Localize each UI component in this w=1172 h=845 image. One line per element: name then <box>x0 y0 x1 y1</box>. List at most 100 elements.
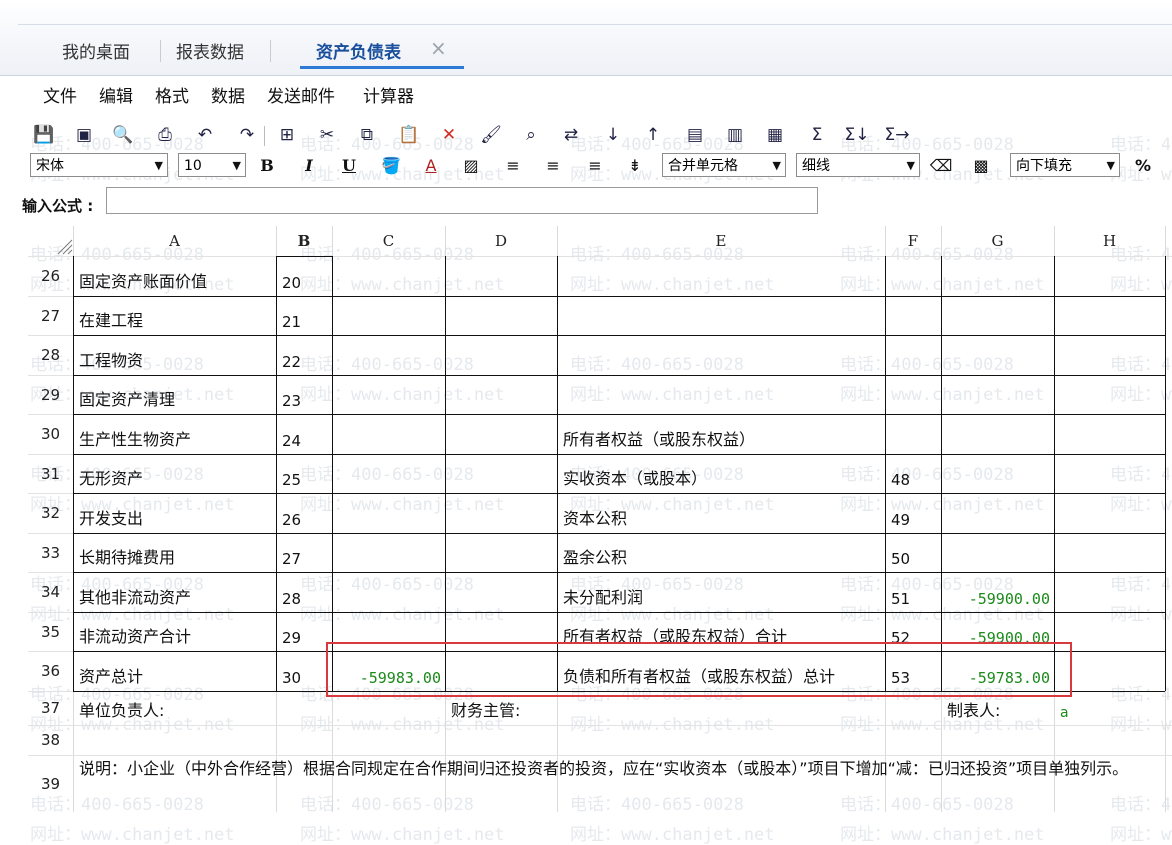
cell-b[interactable]: 21 <box>277 296 332 335</box>
cell-e[interactable] <box>558 256 885 296</box>
cut-icon[interactable]: ✂ <box>316 124 338 146</box>
tab-report-data[interactable]: 报表数据 <box>176 38 244 63</box>
cell-g[interactable] <box>942 296 1054 335</box>
cell-g[interactable] <box>942 454 1054 493</box>
cell-e[interactable] <box>558 375 885 414</box>
sum-row-icon[interactable]: Σ↓ <box>845 124 870 146</box>
format-painter-icon[interactable]: 🖌 <box>480 124 502 146</box>
replace-icon[interactable]: ⇄ <box>560 124 582 146</box>
cell-c[interactable] <box>333 572 445 612</box>
column-header-h[interactable]: H <box>1054 226 1166 256</box>
row-number[interactable]: 35 <box>28 612 73 651</box>
copy-icon[interactable]: ⧉ <box>356 124 378 146</box>
cell-g[interactable] <box>942 335 1054 375</box>
menu-calculator[interactable]: 计算器 <box>363 82 414 107</box>
sort-desc-icon[interactable]: ↑ <box>642 124 664 146</box>
cell-f[interactable]: 52 <box>886 612 941 651</box>
cell-b[interactable]: 26 <box>277 493 332 533</box>
cell-a[interactable]: 工程物资 <box>74 335 276 375</box>
row-number[interactable]: 38 <box>28 725 73 755</box>
print-preview-icon[interactable]: 🔍 <box>112 124 134 146</box>
row-number[interactable]: 27 <box>28 296 73 335</box>
cell-f[interactable]: 50 <box>886 533 941 572</box>
menu-send-email[interactable]: 发送邮件 <box>267 82 335 107</box>
select-all-corner-icon[interactable] <box>28 226 73 256</box>
save-as-icon[interactable]: ▣ <box>73 124 95 146</box>
cell-f[interactable] <box>886 256 941 296</box>
cell-a[interactable]: 长期待摊费用 <box>74 533 276 572</box>
column-header-e[interactable]: E <box>557 226 886 256</box>
cell-a[interactable]: 无形资产 <box>74 454 276 493</box>
cell-a[interactable]: 生产性生物资产 <box>74 414 276 454</box>
cell-b[interactable]: 25 <box>277 454 332 493</box>
cell-e[interactable]: 负债和所有者权益（或股东权益）总计 <box>558 651 885 691</box>
cell-e[interactable]: 所有者权益（或股东权益） <box>558 414 885 454</box>
cell-e[interactable] <box>558 335 885 375</box>
redo-icon[interactable]: ↷ <box>236 124 258 146</box>
fill-down-select[interactable]: 向下填充 ▼ <box>1010 153 1120 177</box>
row-number[interactable]: 26 <box>28 256 73 296</box>
cell-b[interactable]: 22 <box>277 335 332 375</box>
merge-cells-select[interactable]: 合并单元格 ▼ <box>662 153 786 177</box>
print-icon[interactable]: ⎙ <box>154 124 176 146</box>
bold-button[interactable]: B <box>256 153 278 177</box>
cell-c[interactable] <box>333 335 445 375</box>
cell-e[interactable]: 实收资本（或股本） <box>558 454 885 493</box>
menu-data[interactable]: 数据 <box>211 82 245 107</box>
cell-f[interactable] <box>886 414 941 454</box>
cell-f[interactable] <box>886 375 941 414</box>
cell-b[interactable]: 23 <box>277 375 332 414</box>
find-icon[interactable]: ⌕ <box>520 124 542 146</box>
row-number[interactable]: 28 <box>28 335 73 375</box>
cell-c[interactable] <box>333 454 445 493</box>
insert-icon[interactable]: ▦ <box>764 124 786 146</box>
border-style-icon[interactable]: ▨ <box>460 153 482 177</box>
formula-input[interactable] <box>106 187 818 214</box>
signer-unit-head-label[interactable]: 单位负责人: <box>74 691 274 725</box>
row-number[interactable]: 36 <box>28 651 73 691</box>
cell-g[interactable] <box>942 533 1054 572</box>
cell-f[interactable]: 51 <box>886 572 941 612</box>
column-header-g[interactable]: G <box>941 226 1055 256</box>
column-header-c[interactable]: C <box>332 226 446 256</box>
select-all-icon[interactable]: ⊞ <box>276 124 298 146</box>
align-center-icon[interactable]: ≡ <box>542 153 564 177</box>
cell-c[interactable] <box>333 256 445 296</box>
cell-g[interactable]: -59900.00 <box>942 612 1054 651</box>
cell-g[interactable] <box>942 493 1054 533</box>
row-number[interactable]: 29 <box>28 375 73 414</box>
cell-f[interactable]: 49 <box>886 493 941 533</box>
font-family-select[interactable]: 宋体 ▼ <box>30 153 168 177</box>
cell-f[interactable]: 48 <box>886 454 941 493</box>
sum-col-icon[interactable]: Σ→ <box>885 124 910 146</box>
menu-file[interactable]: 文件 <box>43 82 77 107</box>
cell-a[interactable]: 固定资产清理 <box>74 375 276 414</box>
tab-balance-sheet[interactable]: 资产负债表 <box>316 38 401 63</box>
row-number[interactable]: 33 <box>28 533 73 572</box>
cell-c[interactable] <box>333 375 445 414</box>
paste-values-icon[interactable]: ▥ <box>724 124 746 146</box>
cell-c[interactable] <box>333 296 445 335</box>
cell-b[interactable]: 28 <box>277 572 332 612</box>
fill-color-icon[interactable]: 🪣 <box>380 153 402 177</box>
cell-e[interactable]: 资本公积 <box>558 493 885 533</box>
column-header-a[interactable]: A <box>73 226 277 256</box>
row-number[interactable]: 30 <box>28 414 73 454</box>
cell-e[interactable]: 未分配利润 <box>558 572 885 612</box>
cell-g[interactable] <box>942 375 1054 414</box>
cell-c[interactable] <box>333 533 445 572</box>
format-icon[interactable]: ▩ <box>970 153 992 177</box>
cell-a[interactable]: 其他非流动资产 <box>74 572 276 612</box>
menu-edit[interactable]: 编辑 <box>99 82 133 107</box>
paste-special-icon[interactable]: ▤ <box>684 124 706 146</box>
save-icon[interactable]: 💾 <box>33 124 55 146</box>
cell-c[interactable] <box>333 612 445 651</box>
column-header-d[interactable]: D <box>445 226 558 256</box>
preparer-value[interactable]: a <box>1055 691 1163 725</box>
delete-icon[interactable]: ✕ <box>438 124 460 146</box>
cell-f[interactable] <box>886 296 941 335</box>
cell-a[interactable]: 固定资产账面价值 <box>74 256 276 296</box>
cell-g[interactable] <box>942 414 1054 454</box>
align-right-icon[interactable]: ≡ <box>584 153 606 177</box>
tab-my-desktop[interactable]: 我的桌面 <box>62 38 130 63</box>
